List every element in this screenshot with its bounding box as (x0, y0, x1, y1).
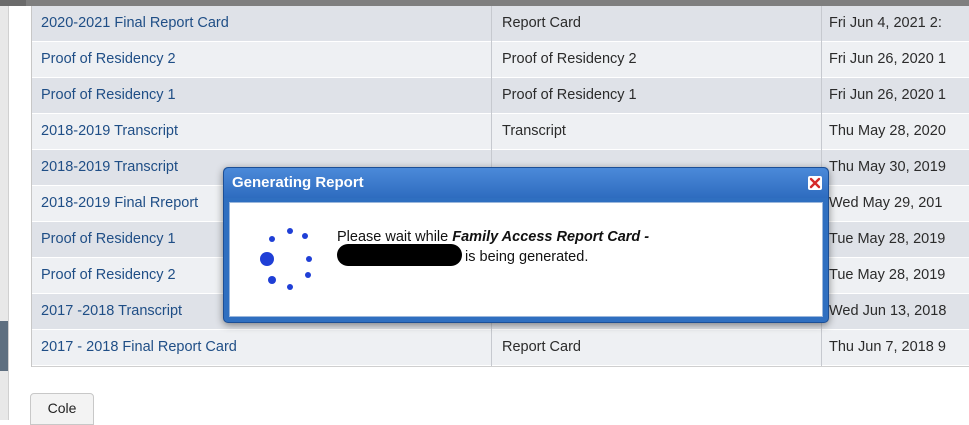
dialog-body: Please wait while Family Access Report C… (229, 202, 823, 317)
document-type: Proof of Residency 2 (492, 42, 822, 78)
document-date: Fri Jun 26, 2020 1 (829, 51, 946, 67)
document-date: Fri Jun 4, 2021 2: (829, 15, 942, 31)
document-type: Report Card (492, 6, 822, 42)
redacted-name (337, 244, 462, 266)
table-row: Proof of Residency 1 Proof of Residency 1… (32, 78, 969, 114)
document-date: Thu May 28, 2020 (829, 123, 946, 139)
report-name: Family Access Report Card - (452, 229, 650, 245)
message-suffix: is being generated. (465, 248, 589, 265)
document-link[interactable]: 2020-2021 Final Report Card (32, 6, 492, 42)
sidebar-highlight (0, 321, 8, 371)
document-date: Tue May 28, 2019 (829, 231, 946, 247)
dialog-message: Please wait while Family Access Report C… (337, 229, 649, 268)
document-date: Tue May 28, 2019 (829, 267, 946, 283)
generating-report-dialog: Generating Report Please wait while Fami… (223, 167, 829, 323)
document-type: Report Card (492, 330, 822, 366)
document-date: Wed May 29, 201 (829, 195, 943, 211)
table-row: 2020-2021 Final Report Card Report Card Fr… (32, 6, 969, 42)
document-date: Wed Jun 13, 2018 (829, 303, 947, 319)
table-row: 2017 - 2018 Final Report Card Report Card… (32, 330, 969, 366)
tab-student-cole[interactable]: Cole (30, 393, 94, 425)
document-type: Proof of Residency 1 (492, 78, 822, 114)
left-sidebar-edge (0, 6, 9, 420)
table-bottom-border (32, 366, 969, 367)
close-icon[interactable] (808, 176, 822, 190)
document-link[interactable]: Proof of Residency 2 (32, 42, 492, 78)
table-row: 2018-2019 Transcript Transcript Thu May 28… (32, 114, 969, 150)
document-link[interactable]: 2017 - 2018 Final Report Card (32, 330, 492, 366)
message-prefix: Please wait while (337, 229, 453, 245)
loading-spinner-icon (260, 228, 312, 290)
document-date: Thu May 30, 2019 (829, 159, 946, 175)
document-link[interactable]: 2018-2019 Transcript (32, 114, 492, 150)
document-link[interactable]: Proof of Residency 1 (32, 78, 492, 114)
document-date: Fri Jun 26, 2020 1 (829, 87, 946, 103)
document-date: Thu Jun 7, 2018 9 (829, 339, 946, 355)
dialog-titlebar: Generating Report (224, 168, 828, 198)
document-type: Transcript (492, 114, 822, 150)
dialog-title: Generating Report (232, 174, 364, 191)
table-row: Proof of Residency 2 Proof of Residency 2… (32, 42, 969, 78)
